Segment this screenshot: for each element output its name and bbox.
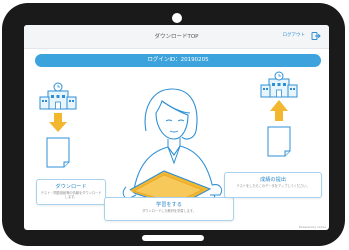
- student-with-tablet-illustration: [122, 88, 223, 208]
- home-bar: [142, 235, 204, 241]
- up-arrow-icon: [270, 100, 288, 121]
- school-download-illustration: [39, 82, 77, 168]
- study-card-description: ダウンロードした教材を学習します。: [142, 209, 196, 213]
- footer-mark: Powered by xxxxx: [298, 225, 326, 229]
- submit-card-title: 成績の提出: [260, 177, 286, 183]
- app-header: ダウンロードTOP ログアウト: [24, 25, 329, 49]
- study-card[interactable]: 学習をする ダウンロードした教材を学習します。: [104, 197, 234, 221]
- login-id-text: ログインID：20190205: [147, 57, 209, 63]
- download-card[interactable]: ダウンロード テスト・問題用紙等の情報をダウンロードします。: [36, 179, 106, 205]
- download-card-title: ダウンロード: [55, 184, 87, 190]
- login-id-bar: ログインID：20190205: [35, 54, 321, 67]
- document-icon: [46, 137, 70, 168]
- logout-icon[interactable]: [311, 31, 321, 41]
- submit-card[interactable]: 成績の提出 テストをしたらこのデータをアップしてください。: [224, 172, 322, 198]
- school-upload-illustration: [260, 71, 298, 157]
- school-building-icon: [260, 71, 298, 98]
- study-card-title: 学習をする: [156, 202, 182, 208]
- app-screen: ダウンロードTOP ログアウト ログインID：20190205 ダウンロード テ…: [24, 25, 329, 230]
- camera-icon: [172, 13, 182, 23]
- down-arrow-icon: [49, 113, 67, 132]
- download-card-description: テスト・問題用紙等の情報をダウンロードします。: [40, 191, 102, 200]
- school-building-icon: [39, 82, 77, 110]
- submit-card-description: テストをしたらこのデータをアップしてください。: [236, 184, 310, 188]
- logout-button[interactable]: ログアウト: [283, 32, 306, 38]
- tablet-frame: ダウンロードTOP ログアウト ログインID：20190205 ダウンロード テ…: [2, 3, 345, 246]
- document-icon: [267, 126, 291, 157]
